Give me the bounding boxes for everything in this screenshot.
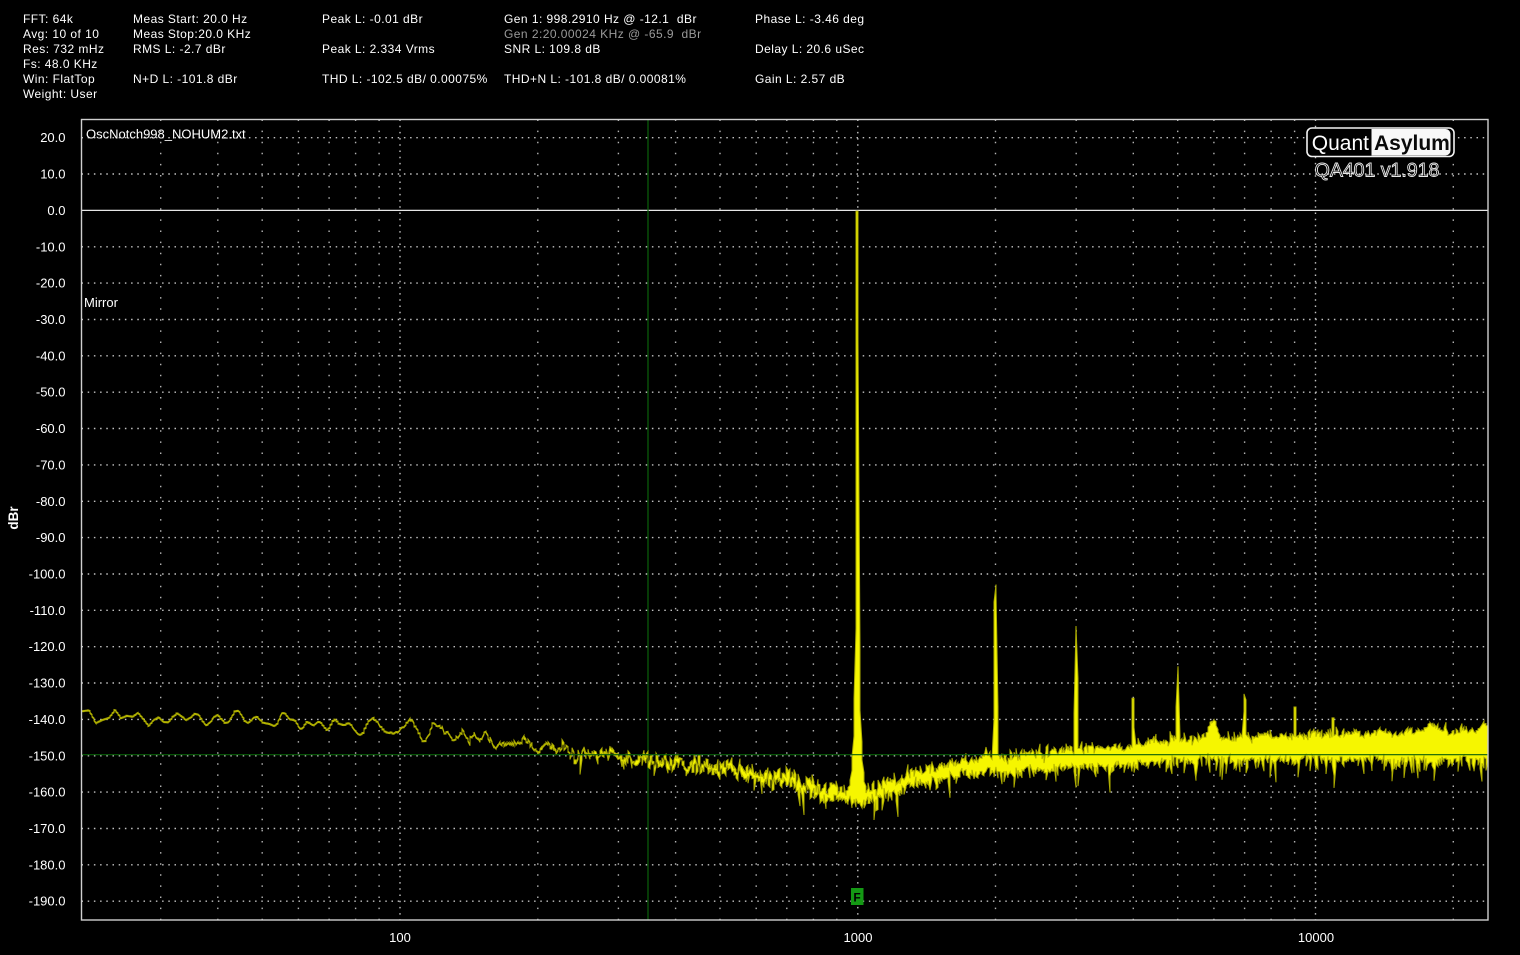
svg-text:-180.0: -180.0: [29, 857, 66, 872]
svg-text:10000: 10000: [1298, 930, 1334, 945]
svg-text:-30.0: -30.0: [36, 312, 66, 327]
svg-text:-90.0: -90.0: [36, 530, 66, 545]
svg-text:10.0: 10.0: [40, 167, 65, 182]
svg-text:Mirror: Mirror: [84, 295, 119, 310]
svg-text:-70.0: -70.0: [36, 457, 66, 472]
svg-text:-80.0: -80.0: [36, 494, 66, 509]
svg-text:0.0: 0.0: [47, 203, 65, 218]
svg-text:-110.0: -110.0: [30, 603, 66, 618]
svg-text:-120.0: -120.0: [29, 639, 66, 654]
svg-text:-40.0: -40.0: [36, 348, 66, 363]
svg-text:-130.0: -130.0: [29, 676, 66, 691]
svg-text:Quant: Quant: [1312, 132, 1369, 155]
svg-text:20.0: 20.0: [40, 130, 65, 145]
svg-text:dBr: dBr: [6, 506, 21, 530]
svg-text:-100.0: -100.0: [29, 567, 66, 582]
svg-text:-150.0: -150.0: [29, 748, 66, 763]
svg-text:Asylum: Asylum: [1374, 132, 1450, 155]
svg-text:-20.0: -20.0: [36, 276, 66, 291]
svg-text:-190.0: -190.0: [29, 894, 66, 909]
svg-text:-60.0: -60.0: [36, 421, 66, 436]
svg-text:QA401 v1.918: QA401 v1.918: [1315, 160, 1440, 182]
svg-text:1000: 1000: [844, 930, 873, 945]
svg-text:F: F: [853, 891, 860, 905]
svg-text:OscNotch998_NOHUM2.txt: OscNotch998_NOHUM2.txt: [86, 127, 246, 142]
svg-text:-170.0: -170.0: [29, 821, 66, 836]
svg-text:100: 100: [389, 930, 411, 945]
svg-text:-50.0: -50.0: [36, 385, 66, 400]
svg-text:-160.0: -160.0: [29, 785, 66, 800]
svg-text:-140.0: -140.0: [29, 712, 66, 727]
svg-text:-10.0: -10.0: [36, 239, 66, 254]
